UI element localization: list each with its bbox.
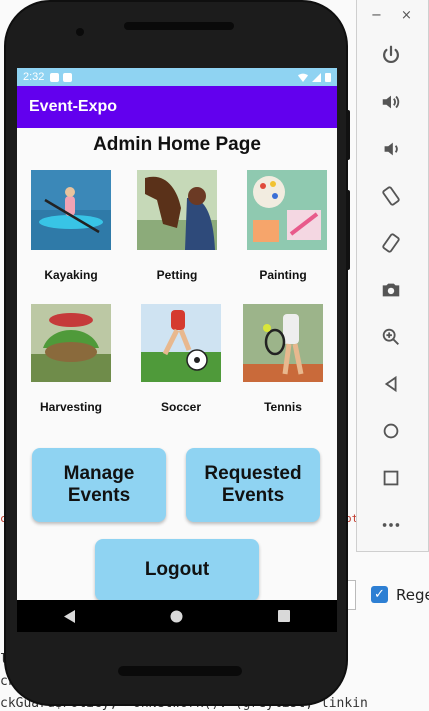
close-button[interactable]: ×	[401, 8, 412, 23]
regex-checkbox[interactable]: ✓	[371, 586, 388, 603]
nav-home-icon[interactable]	[157, 604, 197, 628]
soccer-image[interactable]	[141, 304, 221, 382]
status-bar: 2:32	[17, 68, 337, 86]
front-camera	[76, 28, 84, 36]
kayaking-image[interactable]	[31, 170, 111, 250]
activity-label-petting: Petting	[156, 268, 198, 282]
phone-side-button	[346, 110, 350, 160]
activity-label-harvesting: Harvesting	[39, 400, 103, 414]
activity-label-painting: Painting	[259, 268, 307, 282]
harvesting-image[interactable]	[31, 304, 111, 382]
activity-label-kayaking: Kayaking	[44, 268, 98, 282]
overview-icon[interactable]	[378, 465, 404, 491]
manage-events-button[interactable]: Manage Events	[32, 448, 166, 522]
home-icon[interactable]	[378, 418, 404, 444]
wifi-icon	[298, 73, 308, 82]
phone-screen: 2:32 Event-Expo Admin Home Page Kayaking…	[17, 68, 337, 632]
emulator-toolbar: − ×	[356, 0, 429, 552]
more-icon[interactable]	[378, 512, 404, 538]
page-title: Admin Home Page	[93, 134, 261, 155]
camera-icon[interactable]	[378, 277, 404, 303]
requested-events-button[interactable]: Requested Events	[186, 448, 320, 522]
painting-image[interactable]	[247, 170, 327, 250]
speaker-top	[124, 22, 234, 30]
app-title: Event-Expo	[29, 98, 118, 115]
nav-back-icon[interactable]	[50, 604, 90, 628]
logout-button[interactable]: Logout	[95, 539, 259, 601]
minimize-button[interactable]: −	[371, 8, 382, 23]
activity-label-soccer: Soccer	[160, 400, 202, 414]
speaker-bottom	[118, 666, 242, 676]
status-time: 2:32	[23, 71, 45, 83]
app-bar: Event-Expo	[17, 86, 337, 128]
signal-icon	[312, 72, 321, 82]
volume-down-icon[interactable]	[378, 136, 404, 162]
rotate-right-icon[interactable]	[378, 230, 404, 256]
zoom-icon[interactable]	[378, 324, 404, 350]
back-icon[interactable]	[378, 371, 404, 397]
phone-side-button	[346, 190, 350, 270]
regex-checkbox-label: Rege	[396, 586, 429, 604]
petting-image[interactable]	[137, 170, 217, 250]
power-icon[interactable]	[378, 42, 404, 68]
notification-icon	[50, 72, 60, 82]
battery-icon	[325, 73, 331, 82]
android-nav-bar	[17, 600, 337, 632]
tennis-image[interactable]	[243, 304, 323, 382]
activity-label-tennis: Tennis	[264, 400, 302, 414]
volume-up-icon[interactable]	[378, 89, 404, 115]
nav-recents-icon[interactable]	[264, 604, 304, 628]
sd-card-icon	[63, 72, 73, 82]
rotate-left-icon[interactable]	[378, 183, 404, 209]
